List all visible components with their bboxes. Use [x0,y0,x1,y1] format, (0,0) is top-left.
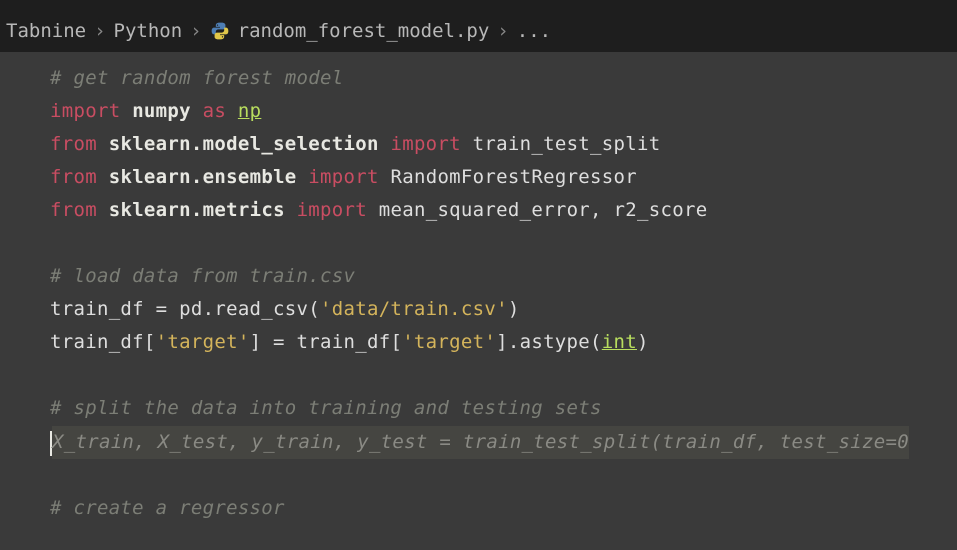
chevron-right-icon: › [94,20,105,42]
import-target-token: mean_squared_error, r2_score [379,199,708,221]
window-titlebar [0,0,957,12]
breadcrumb: Tabnine › Python › random_forest_model.p… [0,12,957,52]
keyword-token: from [50,166,97,188]
code-token: ] = train_df[ [250,331,403,353]
ghost-suggestion[interactable]: X_train, X_test, y_train, y_test = train… [52,426,909,459]
blank-line [50,359,957,392]
string-token: 'data/train.csv' [320,298,508,320]
module-token: sklearn.metrics [109,199,285,221]
blank-line [50,227,957,260]
breadcrumb-item-symbol[interactable]: ... [517,20,551,42]
comment-token: # load data from train.csv [50,265,355,287]
code-line: # load data from train.csv [50,260,957,293]
breadcrumb-item-file[interactable]: random_forest_model.py [238,20,490,42]
chevron-right-icon: › [190,20,201,42]
code-token: train_df = pd.read_csv( [50,298,320,320]
module-token: sklearn.model_selection [109,133,379,155]
code-line: # split the data into training and testi… [50,392,957,425]
code-line: train_df = pd.read_csv('data/train.csv') [50,293,957,326]
code-line: from sklearn.ensemble import RandomFores… [50,161,957,194]
builtin-token: int [602,331,637,353]
keyword-token: import [390,133,460,155]
code-line: X_train, X_test, y_train, y_test = train… [50,426,957,459]
string-token: 'target' [402,331,496,353]
code-token: ].astype( [496,331,602,353]
breadcrumb-item-root[interactable]: Tabnine [6,20,86,42]
chevron-right-icon: › [497,20,508,42]
keyword-token: import [308,166,378,188]
string-token: 'target' [156,331,250,353]
code-token: ) [637,331,649,353]
keyword-token: import [50,100,120,122]
alias-token: np [238,100,261,122]
code-token: train_df[ [50,331,156,353]
code-line: from sklearn.metrics import mean_squared… [50,194,957,227]
keyword-token: import [297,199,367,221]
keyword-token: as [203,100,226,122]
code-line: from sklearn.model_selection import trai… [50,128,957,161]
blank-line [50,459,957,492]
comment-token: # get random forest model [50,67,343,89]
code-line: import numpy as np [50,95,957,128]
code-line: # get random forest model [50,62,957,95]
keyword-token: from [50,133,97,155]
code-editor[interactable]: # get random forest model import numpy a… [0,52,957,550]
module-token: sklearn.ensemble [109,166,297,188]
code-line: # create a regressor [50,492,957,525]
import-target-token: RandomForestRegressor [390,166,637,188]
import-target-token: train_test_split [473,133,661,155]
breadcrumb-item-folder[interactable]: Python [114,20,183,42]
code-line: train_df['target'] = train_df['target'].… [50,326,957,359]
keyword-token: from [50,199,97,221]
python-file-icon [210,21,230,41]
module-token: numpy [132,100,191,122]
comment-token: # split the data into training and testi… [50,397,602,419]
comment-token: # create a regressor [50,497,285,519]
code-token: ) [508,298,520,320]
